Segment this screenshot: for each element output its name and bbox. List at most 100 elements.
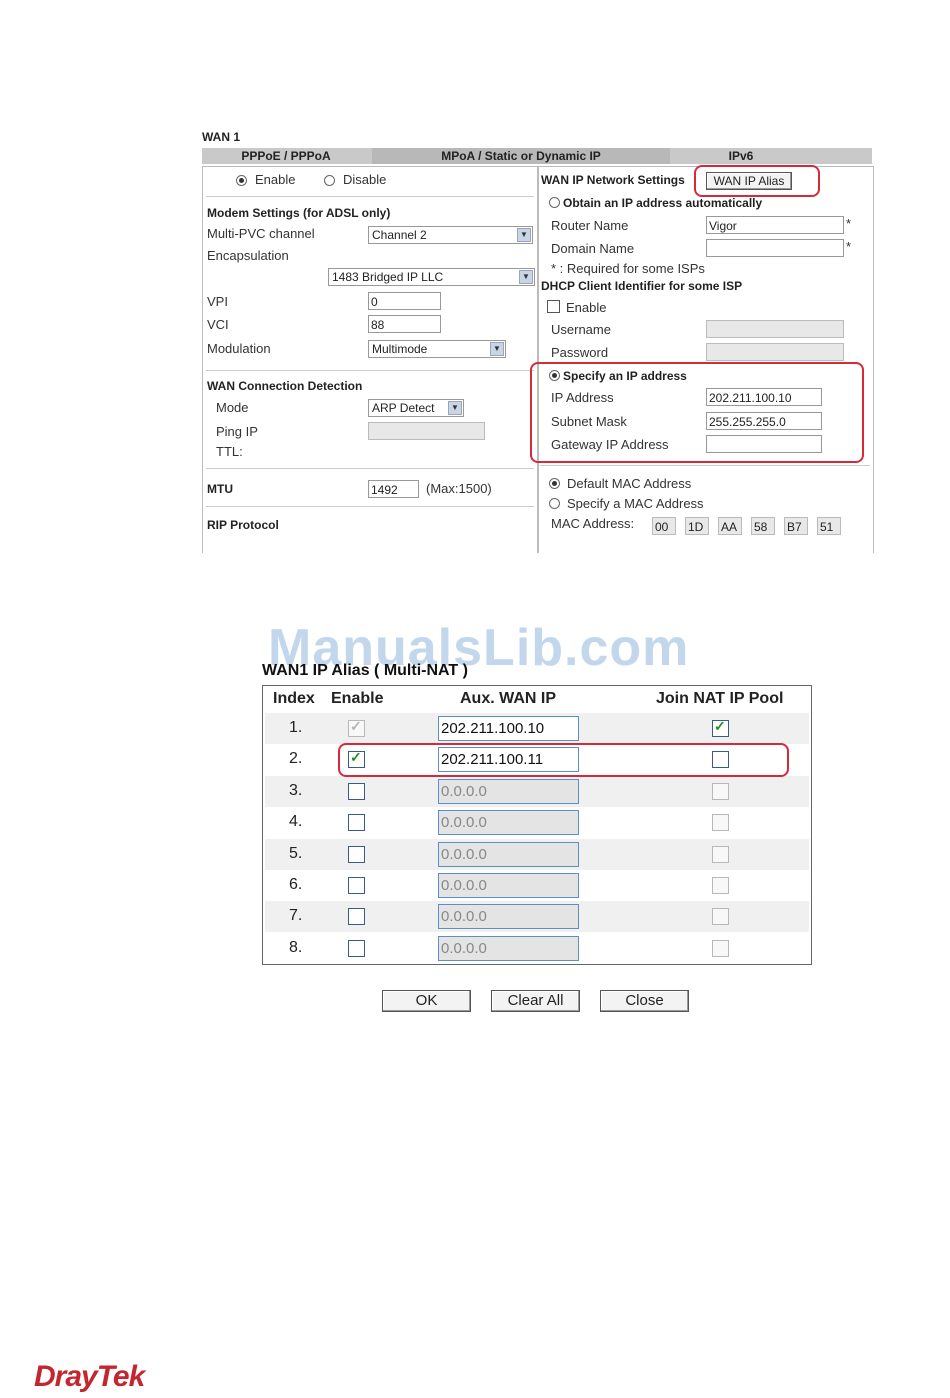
enable-checkbox[interactable] — [348, 814, 365, 832]
table-row: 7. 0.0.0.0 — [265, 901, 809, 933]
divider — [206, 506, 534, 507]
multi-pvc-select[interactable]: Channel 2 ▼ — [368, 226, 533, 244]
vpi-input[interactable]: 0 — [368, 292, 441, 310]
wan-title: WAN 1 — [202, 130, 241, 144]
detect-heading: WAN Connection Detection — [207, 379, 363, 393]
ok-button[interactable]: OK — [382, 990, 471, 1012]
table-row: 1. ✓ 202.211.100.10 ✓ — [265, 713, 809, 744]
dhcp-heading: DHCP Client Identifier for some ISP — [541, 279, 743, 293]
row-index: 7. — [289, 907, 303, 925]
aux-wan-ip-input[interactable]: 202.211.100.10 — [438, 716, 579, 741]
ttl-label: TTL: — [216, 444, 243, 459]
obtain-auto-label: Obtain an IP address automatically — [563, 196, 763, 210]
default-mac-radio[interactable] — [549, 478, 560, 489]
highlight-specify-ip — [530, 362, 864, 463]
aux-wan-ip-input[interactable]: 0.0.0.0 — [438, 810, 579, 836]
enable-checkbox[interactable]: ✓ — [348, 718, 365, 737]
join-nat-checkbox[interactable] — [712, 782, 729, 800]
aux-wan-ip-input[interactable]: 0.0.0.0 — [438, 873, 579, 898]
vci-input[interactable]: 88 — [368, 315, 441, 333]
ping-ip-label: Ping IP — [216, 424, 258, 439]
mac-octet-input[interactable]: AA — [718, 517, 742, 535]
router-name-input[interactable]: Vigor — [706, 216, 844, 234]
mac-octet-input[interactable]: 1D — [685, 517, 709, 535]
password-input[interactable] — [706, 343, 844, 361]
join-nat-checkbox[interactable]: ✓ — [712, 718, 729, 737]
join-nat-checkbox[interactable] — [712, 908, 729, 926]
aux-wan-ip-input[interactable]: 0.0.0.0 — [438, 935, 579, 961]
encapsulation-label: Encapsulation — [207, 248, 289, 263]
obtain-auto-radio[interactable] — [549, 197, 560, 208]
mode-label: Mode — [216, 400, 249, 415]
mtu-input[interactable]: 1492 — [368, 480, 419, 498]
header-aux-wan-ip: Aux. WAN IP — [460, 690, 557, 707]
row-index: 2. — [289, 750, 303, 768]
required-star: * — [846, 216, 852, 231]
aux-wan-ip-input[interactable]: 0.0.0.0 — [438, 904, 579, 930]
check-icon: ✓ — [714, 718, 726, 734]
row-index: 6. — [289, 876, 303, 893]
disable-radio[interactable] — [324, 175, 335, 186]
table-row: 6. 0.0.0.0 — [265, 870, 809, 901]
vci-label: VCI — [207, 317, 229, 332]
aux-wan-ip-input[interactable]: 0.0.0.0 — [438, 778, 579, 804]
tab-ipv6[interactable]: IPv6 — [672, 148, 810, 164]
join-nat-checkbox[interactable] — [712, 939, 729, 957]
enable-radio[interactable] — [236, 175, 247, 186]
join-nat-checkbox[interactable] — [712, 845, 729, 863]
chevron-down-icon: ▼ — [490, 342, 504, 356]
rip-label: RIP Protocol — [207, 518, 279, 532]
row-index: 4. — [289, 813, 303, 831]
join-nat-checkbox[interactable] — [712, 877, 729, 894]
enable-checkbox[interactable] — [348, 845, 365, 863]
enable-checkbox[interactable] — [348, 877, 365, 894]
ping-ip-input[interactable] — [368, 422, 485, 440]
mode-value: ARP Detect — [372, 401, 435, 415]
chevron-down-icon: ▼ — [517, 228, 531, 242]
required-star: * — [846, 239, 852, 254]
tab-mpoa[interactable]: MPoA / Static or Dynamic IP — [372, 148, 670, 164]
close-button[interactable]: Close — [600, 990, 689, 1012]
mac-octet-input[interactable]: B7 — [784, 517, 808, 535]
mtu-max: (Max:1500) — [426, 481, 492, 496]
wan-settings-screenshot: WAN 1 PPPoE / PPPoA MPoA / Static or Dyn… — [200, 128, 880, 553]
clear-all-button[interactable]: Clear All — [491, 990, 580, 1012]
tab-bar: PPPoE / PPPoA MPoA / Static or Dynamic I… — [202, 148, 872, 164]
modulation-select[interactable]: Multimode ▼ — [368, 340, 506, 358]
mode-select[interactable]: ARP Detect ▼ — [368, 399, 464, 417]
password-label: Password — [551, 345, 609, 360]
table-row: 8. 0.0.0.0 — [265, 933, 809, 964]
encapsulation-select[interactable]: 1483 Bridged IP LLC ▼ — [328, 268, 535, 286]
modulation-label: Modulation — [207, 341, 271, 356]
mac-octet-input[interactable]: 51 — [817, 517, 841, 535]
encapsulation-value: 1483 Bridged IP LLC — [332, 270, 444, 284]
disable-label: Disable — [343, 172, 387, 187]
mac-octet-input[interactable]: 58 — [751, 517, 775, 535]
enable-checkbox[interactable] — [348, 782, 365, 800]
join-nat-checkbox[interactable] — [712, 814, 729, 832]
divider — [206, 196, 534, 197]
dhcp-enable-checkbox[interactable] — [547, 300, 560, 313]
username-label: Username — [551, 322, 611, 337]
username-input[interactable] — [706, 320, 844, 338]
enable-checkbox[interactable] — [348, 908, 365, 926]
aux-wan-ip-input[interactable]: 0.0.0.0 — [438, 841, 579, 867]
row-index: 3. — [289, 781, 303, 799]
table-row: 4. 0.0.0.0 — [265, 807, 809, 838]
chevron-down-icon: ▼ — [448, 401, 462, 415]
alias-title: WAN1 IP Alias ( Multi-NAT ) — [262, 662, 468, 679]
enable-checkbox[interactable] — [348, 939, 365, 957]
multi-pvc-label: Multi-PVC channel — [207, 226, 315, 241]
specify-mac-label: Specify a MAC Address — [567, 496, 704, 511]
tab-pppoe[interactable]: PPPoE / PPPoA — [202, 148, 370, 164]
dhcp-enable-label: Enable — [566, 300, 607, 315]
vpi-label: VPI — [207, 294, 228, 309]
required-note: * : Required for some ISPs — [551, 261, 705, 276]
mac-octet-input[interactable]: 00 — [652, 517, 676, 535]
row-index: 5. — [289, 844, 303, 862]
multi-pvc-value: Channel 2 — [372, 228, 427, 242]
table-header: Index Enable Aux. WAN IP Join NAT IP Poo… — [265, 686, 809, 713]
header-join-nat: Join NAT IP Pool — [656, 690, 784, 707]
domain-name-input[interactable] — [706, 239, 844, 257]
specify-mac-radio[interactable] — [549, 498, 560, 509]
